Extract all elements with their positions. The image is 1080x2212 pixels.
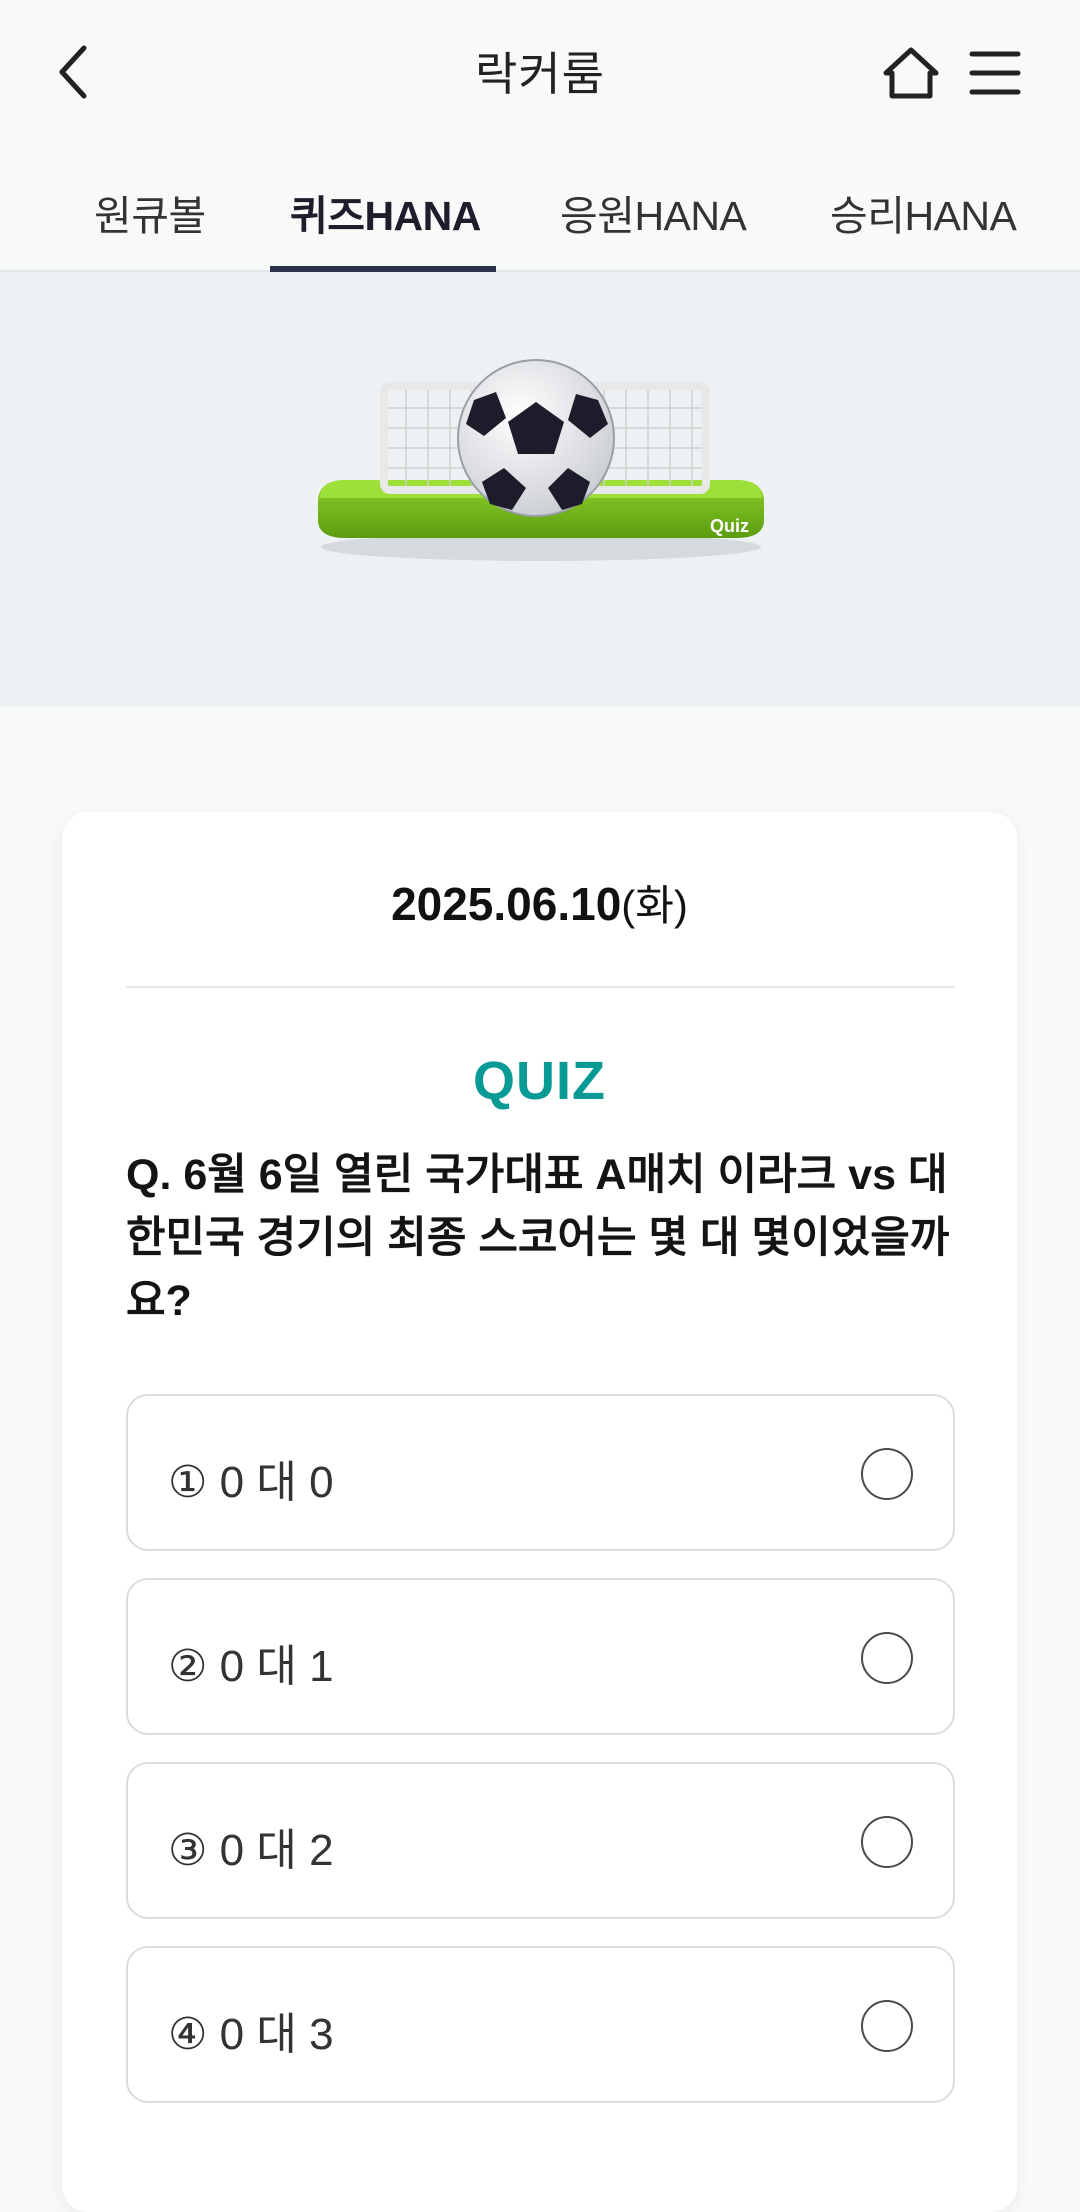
quiz-option-3[interactable]: ③ 0 대 2 xyxy=(126,1762,955,1919)
hamburger-menu-icon xyxy=(969,51,1021,95)
quiz-banner: Quiz xyxy=(0,272,1080,707)
quiz-date: 2025.06.10(화) xyxy=(62,872,1017,933)
tab-quizhana[interactable]: 퀴즈HANA xyxy=(290,182,481,242)
radio-button[interactable] xyxy=(861,1632,913,1684)
option-label: ② 0 대 1 xyxy=(168,1642,334,1691)
tab-victoryhana[interactable]: 승리HANA xyxy=(830,182,1017,242)
quiz-day-of-week: (화) xyxy=(621,882,688,929)
home-button[interactable] xyxy=(878,40,944,106)
quiz-option-4[interactable]: ④ 0 대 3 xyxy=(126,1946,955,2103)
quiz-badge-text: Quiz xyxy=(710,516,749,536)
option-label: ④ 0 대 3 xyxy=(168,2010,334,2059)
home-icon xyxy=(883,47,939,99)
menu-button[interactable] xyxy=(962,40,1028,106)
divider xyxy=(126,986,955,988)
tab-cheerhana[interactable]: 응원HANA xyxy=(560,182,747,242)
tab-bar: 원큐볼 퀴즈HANA 응원HANA 승리HANA xyxy=(0,142,1080,274)
top-app-bar: 락커룸 xyxy=(0,0,1080,142)
radio-button[interactable] xyxy=(861,1448,913,1500)
quiz-option-2[interactable]: ② 0 대 1 xyxy=(126,1578,955,1735)
tab-onequeueball[interactable]: 원큐볼 xyxy=(94,182,206,242)
soccer-goal-illustration: Quiz xyxy=(318,359,764,561)
option-label: ① 0 대 0 xyxy=(168,1458,334,1507)
radio-button[interactable] xyxy=(861,1816,913,1868)
quiz-date-value: 2025.06.10 xyxy=(391,878,622,930)
option-label: ③ 0 대 2 xyxy=(168,1826,334,1875)
quiz-question: Q. 6월 6일 열린 국가대표 A매치 이라크 vs 대한민국 경기의 최종 … xyxy=(126,1151,950,1325)
quiz-label: QUIZ xyxy=(473,1051,606,1111)
radio-button[interactable] xyxy=(861,2000,913,2052)
quiz-card: 2025.06.10(화) QUIZ Q. 6월 6일 열린 국가대표 A매치 … xyxy=(62,812,1017,2212)
quiz-option-1[interactable]: ① 0 대 0 xyxy=(126,1394,955,1551)
